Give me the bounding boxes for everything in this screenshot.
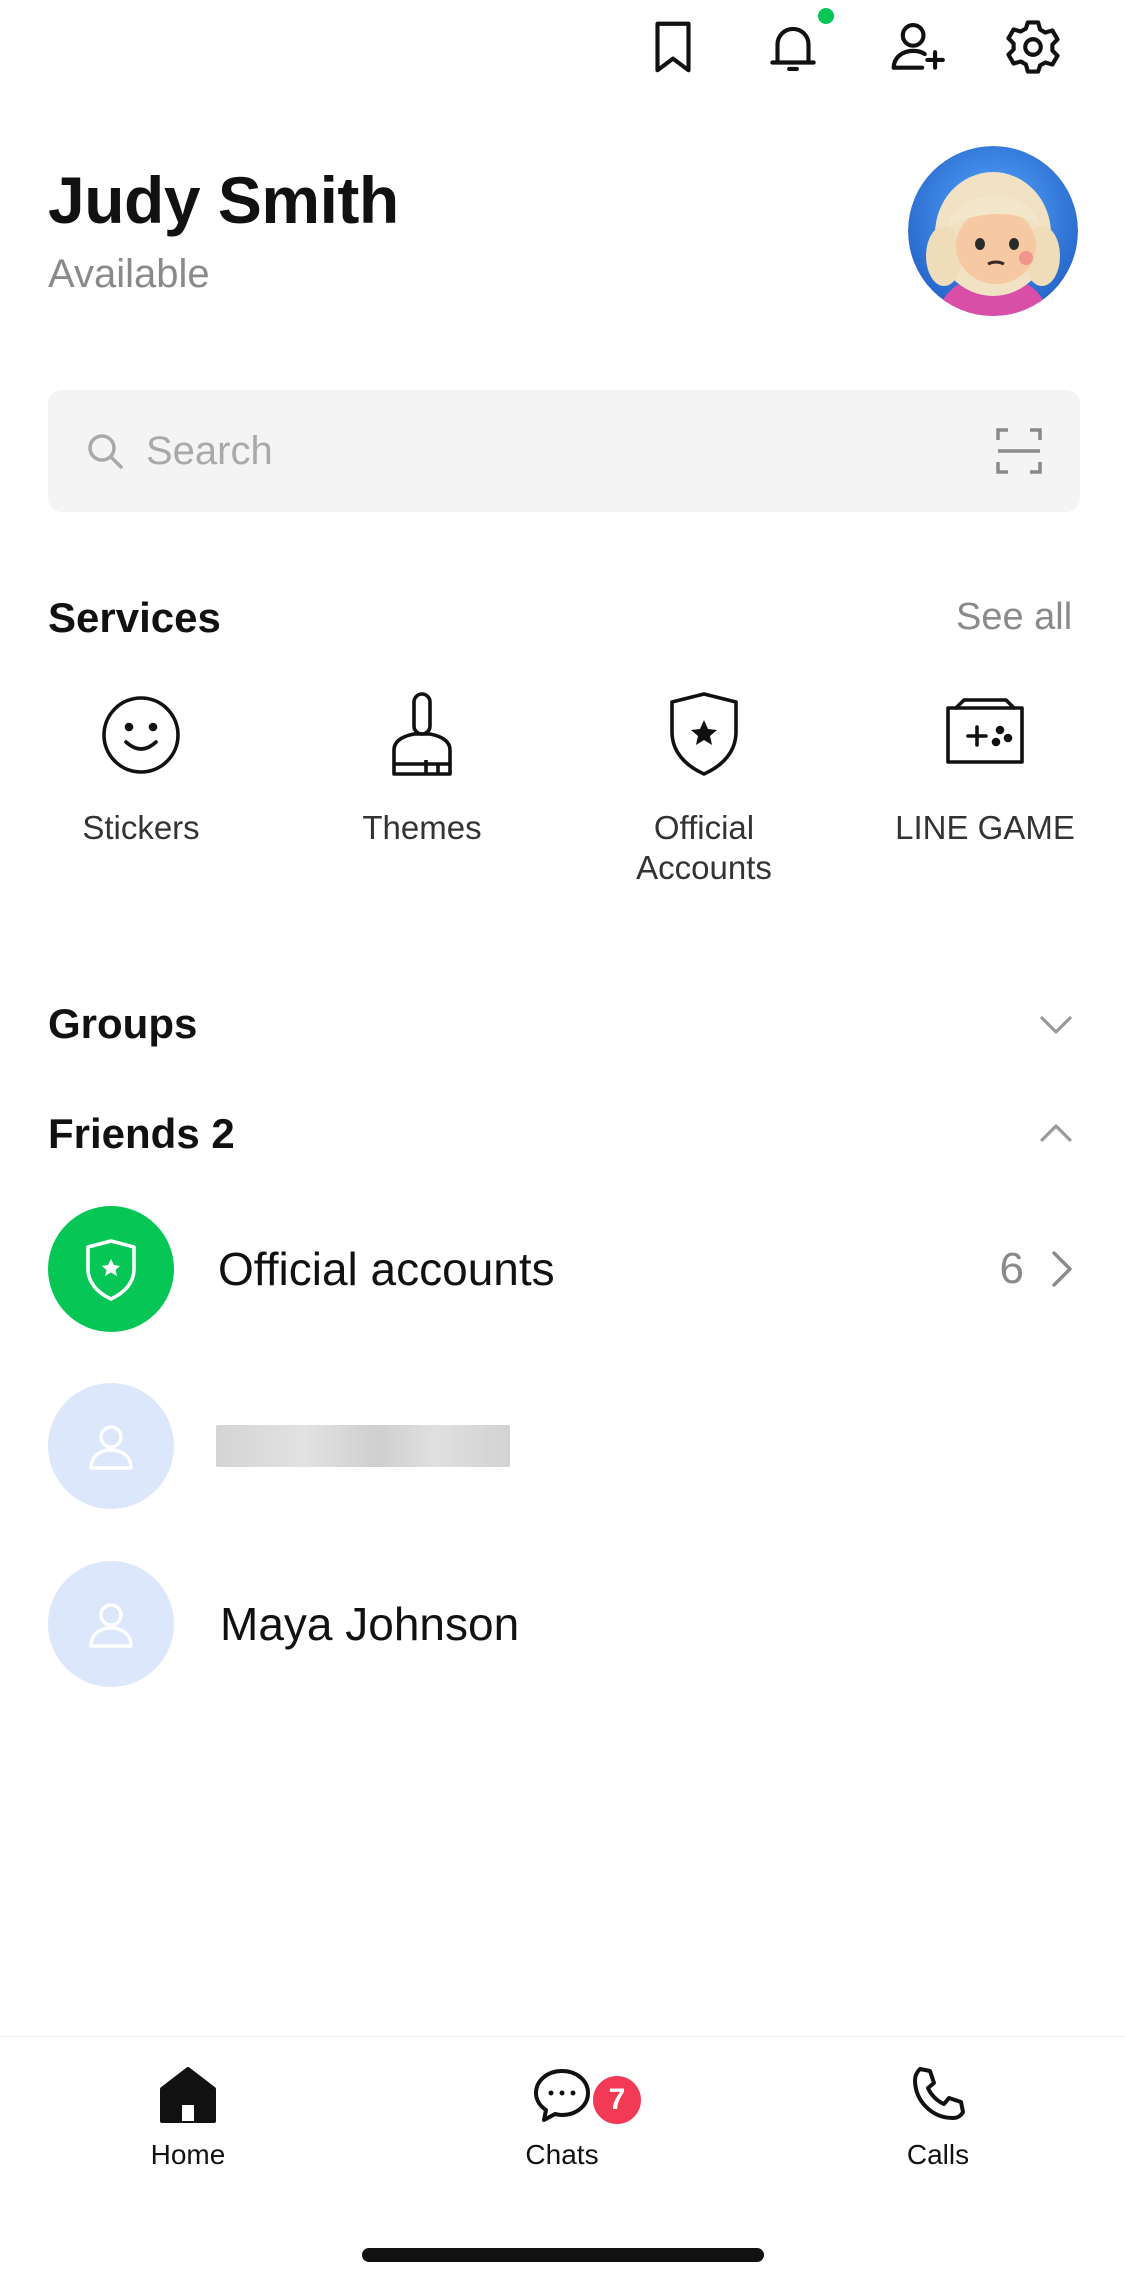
nav-label: Chats <box>525 2139 599 2170</box>
friend-avatar <box>48 1383 174 1509</box>
friend-name: Maya Johnson <box>220 1598 520 1650</box>
brush-icon <box>392 692 452 776</box>
home-indicator <box>362 2248 764 2262</box>
friend-avatar <box>48 1561 174 1687</box>
chevron-up-icon[interactable] <box>1036 1114 1076 1154</box>
settings-button[interactable] <box>998 12 1068 82</box>
service-label: LINE GAME <box>895 809 1075 846</box>
nav-calls[interactable]: Calls <box>838 2063 1038 2171</box>
service-label: Official Accounts <box>636 809 772 886</box>
service-themes[interactable]: Themes <box>281 690 563 848</box>
bell-icon <box>770 26 816 72</box>
service-stickers[interactable]: Stickers <box>0 690 282 848</box>
services-title: Services <box>48 594 221 641</box>
person-icon <box>89 1425 133 1470</box>
nav-label: Home <box>150 2139 226 2170</box>
service-line-game[interactable]: LINE GAME <box>844 690 1125 848</box>
search-input[interactable] <box>146 428 946 474</box>
notifications-button[interactable] <box>758 8 834 82</box>
profile-name[interactable]: Judy Smith <box>48 162 399 238</box>
friend-row[interactable] <box>48 1383 1080 1509</box>
game-controller-icon <box>946 698 1024 764</box>
chevron-right-icon <box>1052 1251 1072 1287</box>
chevron-down-icon[interactable] <box>1036 1004 1076 1044</box>
add-friend-button[interactable] <box>882 12 952 82</box>
service-official-accounts[interactable]: Official Accounts <box>563 690 845 888</box>
profile-avatar[interactable] <box>908 146 1078 316</box>
friend-row[interactable]: Maya Johnson <box>48 1561 1080 1687</box>
search-icon <box>88 434 123 469</box>
official-accounts-label: Official accounts <box>218 1243 555 1295</box>
phone-icon <box>913 2067 965 2120</box>
nav-home[interactable]: Home <box>88 2063 288 2171</box>
see-all-link[interactable]: See all <box>956 596 1072 639</box>
shield-star-icon <box>86 1239 136 1301</box>
add-friend-icon <box>891 22 945 70</box>
home-icon <box>160 2067 216 2123</box>
chats-badge: 7 <box>590 2073 644 2127</box>
bookmark-button[interactable] <box>638 12 708 82</box>
bookmark-icon <box>655 21 691 73</box>
shield-star-icon <box>670 692 738 776</box>
service-label: Themes <box>362 809 482 846</box>
smiley-icon <box>102 696 180 774</box>
nav-chats[interactable]: 7 Chats <box>462 2063 662 2171</box>
qr-scan-icon[interactable] <box>996 428 1042 474</box>
notification-dot <box>818 8 834 24</box>
official-accounts-row[interactable]: Official accounts 6 <box>48 1206 1080 1332</box>
bottom-navigation: Home 7 Chats Calls <box>0 2036 1125 2284</box>
official-accounts-count: 6 <box>999 1244 1024 1293</box>
search-bar[interactable] <box>48 390 1080 512</box>
friends-title[interactable]: Friends 2 <box>48 1110 235 1158</box>
chat-bubble-icon <box>534 2069 590 2122</box>
official-accounts-avatar <box>48 1206 174 1332</box>
groups-title[interactable]: Groups <box>48 1000 197 1048</box>
friend-name-redacted <box>216 1425 510 1467</box>
nav-label: Calls <box>906 2139 970 2170</box>
gear-icon <box>1006 20 1060 74</box>
service-label: Stickers <box>82 809 200 846</box>
profile-status[interactable]: Available <box>48 252 210 297</box>
person-icon <box>89 1603 133 1648</box>
